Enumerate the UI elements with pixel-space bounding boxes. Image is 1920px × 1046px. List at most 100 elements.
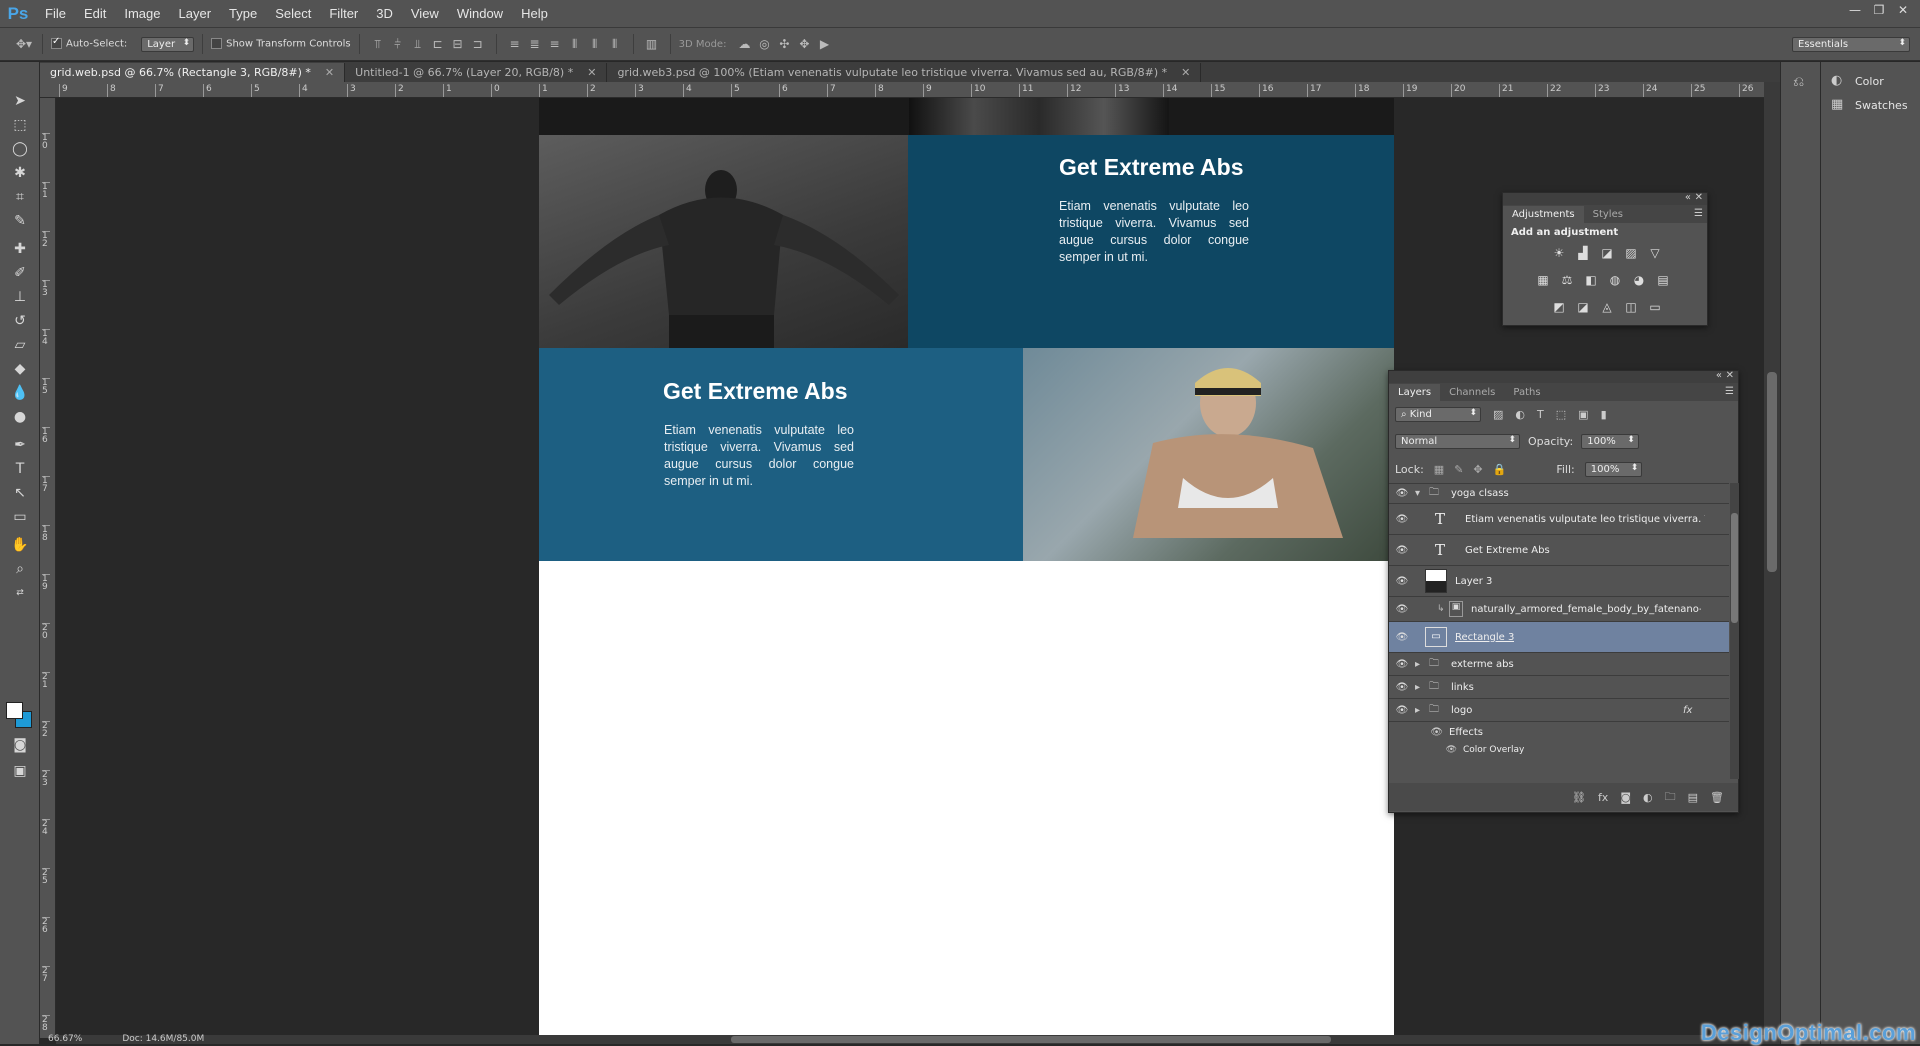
swap-colors-icon[interactable]: ⇄ bbox=[7, 582, 33, 604]
crop-tool-icon[interactable]: ⌗ bbox=[7, 186, 33, 208]
marquee-tool-icon[interactable]: ⬚ bbox=[7, 114, 33, 136]
threshold-icon[interactable]: ◬ bbox=[1599, 299, 1615, 315]
clone-stamp-tool-icon[interactable]: ⊥ bbox=[7, 286, 33, 308]
visibility-eye-icon[interactable]: 👁 bbox=[1389, 682, 1415, 693]
tab-channels[interactable]: Channels bbox=[1440, 384, 1504, 401]
layer-row-naturally-armored[interactable]: 👁↳▣naturally_armored_female_body_by_fate… bbox=[1389, 597, 1729, 622]
fill-input[interactable]: 100% bbox=[1585, 462, 1643, 477]
3d-pan-icon[interactable]: ✣ bbox=[774, 35, 794, 53]
collapse-icon[interactable]: « bbox=[1685, 192, 1691, 203]
selective-color-icon[interactable]: ◫ bbox=[1623, 299, 1639, 315]
filter-type-icon[interactable]: T bbox=[1537, 408, 1544, 421]
menu-type[interactable]: Type bbox=[220, 6, 266, 21]
lock-pixels-icon[interactable]: ✎ bbox=[1454, 463, 1463, 476]
layer-row-rectangle-3[interactable]: 👁▭Rectangle 3 bbox=[1389, 622, 1729, 653]
curves-icon[interactable]: ◪ bbox=[1599, 245, 1615, 261]
scroll-thumb[interactable] bbox=[731, 1036, 1331, 1043]
distribute-right-icon[interactable]: ⦀ bbox=[605, 35, 625, 53]
exposure-icon[interactable]: ▨ bbox=[1623, 245, 1639, 261]
move-tool-icon[interactable]: ➤ bbox=[7, 90, 33, 112]
layer-row-effects[interactable]: 👁Effects bbox=[1389, 722, 1729, 742]
delete-layer-icon[interactable]: 🗑 bbox=[1710, 791, 1724, 804]
filter-kind-dropdown[interactable]: ⌕ Kind bbox=[1395, 407, 1481, 422]
visibility-eye-icon[interactable]: 👁 bbox=[1389, 514, 1415, 525]
show-transform-checkbox[interactable]: Show Transform Controls bbox=[211, 38, 350, 50]
color-balance-icon[interactable]: ⚖ bbox=[1559, 272, 1575, 288]
menu-select[interactable]: Select bbox=[266, 6, 320, 21]
layer-row-logo[interactable]: 👁▸🗀logofx bbox=[1389, 699, 1729, 722]
filter-adjustment-icon[interactable]: ◐ bbox=[1515, 408, 1525, 421]
lasso-tool-icon[interactable]: ◯ bbox=[7, 138, 33, 160]
align-right-icon[interactable]: ⊐ bbox=[468, 35, 488, 53]
type-tool-icon[interactable]: T bbox=[7, 458, 33, 480]
opacity-input[interactable]: 100% bbox=[1581, 434, 1639, 449]
blur-tool-icon[interactable]: 💧 bbox=[7, 382, 33, 404]
menu-view[interactable]: View bbox=[402, 6, 448, 21]
filter-pixel-icon[interactable]: ▨ bbox=[1493, 408, 1503, 421]
distribute-bottom-icon[interactable]: ≡ bbox=[545, 35, 565, 53]
menu-window[interactable]: Window bbox=[448, 6, 512, 21]
dodge-tool-icon[interactable]: ● bbox=[7, 406, 33, 428]
color-lookup-icon[interactable]: ▤ bbox=[1655, 272, 1671, 288]
layer-row-color-overlay[interactable]: 👁Color Overlay bbox=[1389, 742, 1729, 758]
menu-image[interactable]: Image bbox=[115, 6, 169, 21]
history-brush-tool-icon[interactable]: ↺ bbox=[7, 310, 33, 332]
document-canvas[interactable]: Get Extreme Abs Etiam venenatis vulputat… bbox=[539, 98, 1394, 1035]
scroll-thumb[interactable] bbox=[1731, 513, 1738, 623]
swatches-panel-button[interactable]: ▦Swatches bbox=[1831, 98, 1908, 112]
scroll-thumb[interactable] bbox=[1767, 372, 1777, 572]
menu-edit[interactable]: Edit bbox=[75, 6, 115, 21]
healing-brush-tool-icon[interactable]: ✚ bbox=[7, 238, 33, 260]
group-expand-icon[interactable]: ▸ bbox=[1415, 705, 1429, 716]
invert-icon[interactable]: ◩ bbox=[1551, 299, 1567, 315]
eraser-tool-icon[interactable]: ▱ bbox=[7, 334, 33, 356]
tab-untitled-1[interactable]: Untitled-1 @ 66.7% (Layer 20, RGB/8) *✕ bbox=[345, 63, 607, 82]
hue-saturation-icon[interactable]: ▦ bbox=[1535, 272, 1551, 288]
distribute-hcenter-icon[interactable]: ⦀ bbox=[585, 35, 605, 53]
filter-toggle-icon[interactable]: ▮ bbox=[1601, 408, 1607, 421]
align-bottom-icon[interactable]: ⫫ bbox=[408, 35, 428, 53]
tab-adjustments[interactable]: Adjustments bbox=[1503, 206, 1584, 223]
close-tab-icon[interactable]: ✕ bbox=[587, 66, 596, 79]
restore-icon[interactable]: ❐ bbox=[1870, 3, 1888, 17]
menu-filter[interactable]: Filter bbox=[320, 6, 367, 21]
visibility-eye-icon[interactable]: 👁 bbox=[1389, 545, 1415, 556]
auto-align-icon[interactable]: ▥ bbox=[642, 35, 662, 53]
black-white-icon[interactable]: ◧ bbox=[1583, 272, 1599, 288]
zoom-level[interactable]: 66.67% bbox=[48, 1035, 82, 1044]
vibrance-icon[interactable]: ▽ bbox=[1647, 245, 1663, 261]
lock-transparent-icon[interactable]: ▦ bbox=[1434, 463, 1444, 476]
adjustment-layer-icon[interactable]: ◐ bbox=[1643, 791, 1653, 804]
tab-grid-web[interactable]: grid.web.psd @ 66.7% (Rectangle 3, RGB/8… bbox=[40, 63, 345, 82]
fx-icon[interactable]: fx bbox=[1683, 705, 1692, 716]
hand-tool-icon[interactable]: ✋ bbox=[7, 534, 33, 556]
auto-select-checkbox[interactable]: Auto-Select: bbox=[51, 38, 127, 50]
screen-mode-icon[interactable]: ▣ bbox=[7, 760, 33, 782]
filter-smart-object-icon[interactable]: ▣ bbox=[1578, 408, 1588, 421]
effect-eye-icon[interactable]: 👁 bbox=[1415, 745, 1463, 755]
panel-menu-icon[interactable]: ☰ bbox=[1694, 208, 1703, 219]
auto-select-dropdown[interactable]: Layer bbox=[141, 37, 194, 52]
zoom-tool-icon[interactable]: ⌕ bbox=[7, 558, 33, 580]
distribute-top-icon[interactable]: ≡ bbox=[505, 35, 525, 53]
visibility-eye-icon[interactable]: 👁 bbox=[1389, 705, 1415, 716]
workspace-dropdown[interactable]: Essentials bbox=[1792, 37, 1910, 52]
collapse-icon[interactable]: « bbox=[1716, 370, 1722, 381]
blend-mode-dropdown[interactable]: Normal bbox=[1395, 434, 1520, 449]
magic-wand-tool-icon[interactable]: ✱ bbox=[7, 162, 33, 184]
effects-eye-icon[interactable]: 👁 bbox=[1415, 727, 1449, 738]
foreground-color-swatch[interactable] bbox=[6, 702, 23, 719]
filter-shape-icon[interactable]: ⬚ bbox=[1556, 408, 1566, 421]
visibility-eye-icon[interactable]: 👁 bbox=[1389, 604, 1415, 615]
paint-bucket-tool-icon[interactable]: ◆ bbox=[7, 358, 33, 380]
menu-3d[interactable]: 3D bbox=[367, 6, 402, 21]
close-tab-icon[interactable]: ✕ bbox=[325, 66, 334, 79]
tab-grid-web3[interactable]: grid.web3.psd @ 100% (Etiam venenatis vu… bbox=[607, 63, 1201, 82]
visibility-eye-icon[interactable]: 👁 bbox=[1389, 632, 1415, 643]
lock-all-icon[interactable]: 🔒 bbox=[1493, 463, 1507, 476]
gradient-map-icon[interactable]: ▭ bbox=[1647, 299, 1663, 315]
group-expand-icon[interactable]: ▾ bbox=[1415, 488, 1429, 499]
levels-icon[interactable]: ▟ bbox=[1575, 245, 1591, 261]
layer-row-exterme-abs[interactable]: 👁▸🗀exterme abs bbox=[1389, 653, 1729, 676]
3d-roll-icon[interactable]: ◎ bbox=[754, 35, 774, 53]
